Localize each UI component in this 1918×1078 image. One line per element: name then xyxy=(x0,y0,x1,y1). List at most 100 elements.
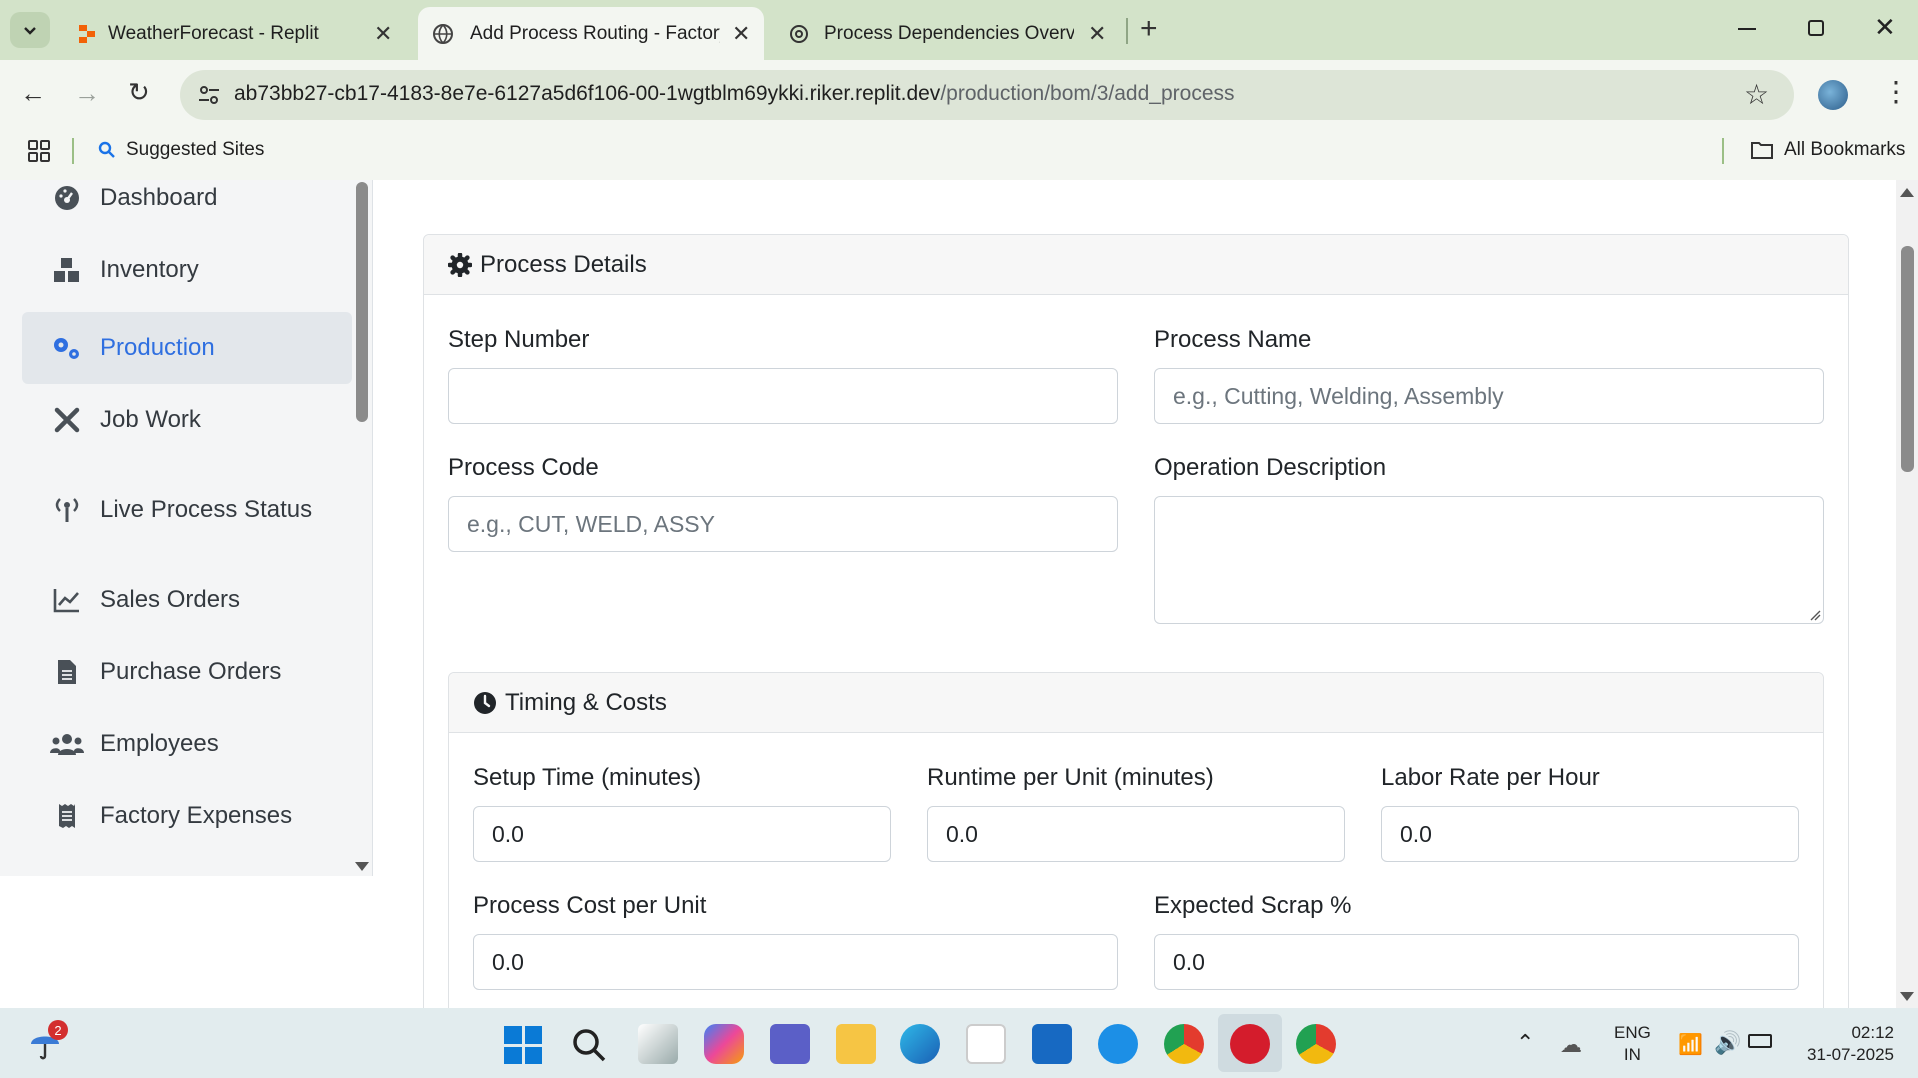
forward-button[interactable]: → xyxy=(74,80,100,106)
close-icon[interactable]: ✕ xyxy=(1088,21,1106,47)
edge-icon[interactable] xyxy=(900,1024,940,1064)
store-icon[interactable] xyxy=(966,1024,1006,1064)
tray-expand-icon[interactable]: ⌃ xyxy=(1516,1030,1534,1056)
setup-time-field[interactable] xyxy=(492,820,890,848)
close-icon[interactable]: ✕ xyxy=(374,21,392,47)
sidebar-item-label: Sales Orders xyxy=(100,586,241,613)
process-name-input[interactable] xyxy=(1154,368,1824,424)
chart-line-icon xyxy=(50,583,84,617)
kebab-menu-icon[interactable]: ⋮ xyxy=(1882,78,1910,106)
chrome-icon[interactable] xyxy=(1296,1024,1336,1064)
step-number-label: Step Number xyxy=(448,326,590,353)
cogs-icon xyxy=(50,331,84,365)
section-title: Process Details xyxy=(480,250,647,278)
restore-button[interactable] xyxy=(1808,20,1824,36)
new-tab-button[interactable]: + xyxy=(1140,12,1158,46)
process-name-field[interactable] xyxy=(1173,382,1823,410)
expected-scrap-field[interactable] xyxy=(1173,948,1798,976)
sidebar-scrollbar-thumb[interactable] xyxy=(356,182,368,422)
star-bookmark-icon[interactable]: ☆ xyxy=(1744,78,1769,111)
search-icon xyxy=(98,141,115,158)
page-content: Dashboard Inventory Production Job Work … xyxy=(0,180,1918,1008)
sidebar-item-label: Live Process Status xyxy=(100,496,313,523)
process-cost-input[interactable] xyxy=(473,934,1118,990)
reload-button[interactable]: ↻ xyxy=(128,79,150,105)
tab-add-process-routing[interactable]: Add Process Routing - Factory M ✕ xyxy=(418,7,764,60)
sidebar-item-label: Purchase Orders xyxy=(100,658,282,685)
apps-grid-icon[interactable] xyxy=(28,140,50,162)
region-label: IN xyxy=(1623,1045,1641,1064)
url-host: ab73bb27-cb17-4183-8e7e-6127a5d6f106-00-… xyxy=(234,82,941,105)
start-button[interactable] xyxy=(504,1026,542,1064)
sidebar-item-label: Production xyxy=(100,334,215,361)
weather-widget[interactable]: 2 xyxy=(28,1020,68,1064)
tab-title: WeatherForecast - Replit xyxy=(108,22,319,44)
main-scrollbar-thumb[interactable] xyxy=(1901,246,1914,472)
all-bookmarks-button[interactable]: All Bookmarks xyxy=(1750,139,1905,161)
tab-process-dependencies[interactable]: Process Dependencies Overview ✕ xyxy=(776,7,1116,60)
volume-icon[interactable]: 🔊 xyxy=(1714,1030,1741,1056)
scroll-up-arrow-icon[interactable] xyxy=(1900,188,1914,197)
sidebar-item-factory-expenses[interactable]: Factory Expenses xyxy=(22,780,352,852)
back-button[interactable]: ← xyxy=(20,80,46,106)
tab-strip: WeatherForecast - Replit ✕ Add Process R… xyxy=(0,0,1918,60)
language-indicator[interactable]: ENG IN xyxy=(1614,1022,1651,1066)
bookmark-suggested-sites[interactable]: Suggested Sites xyxy=(98,139,264,161)
step-number-input[interactable] xyxy=(448,368,1118,424)
folder-icon xyxy=(1751,142,1773,159)
tab-search-button[interactable] xyxy=(10,12,50,48)
process-cost-field[interactable] xyxy=(492,948,1117,976)
process-code-input[interactable] xyxy=(448,496,1118,552)
minimize-button[interactable] xyxy=(1738,28,1756,30)
runtime-per-unit-input[interactable] xyxy=(927,806,1345,862)
site-settings-icon[interactable] xyxy=(196,82,222,108)
runtime-per-unit-field[interactable] xyxy=(946,820,1344,848)
battery-icon[interactable] xyxy=(1748,1034,1772,1048)
sidebar-item-sales-orders[interactable]: Sales Orders xyxy=(22,564,352,636)
labor-rate-field[interactable] xyxy=(1400,820,1798,848)
file-explorer-icon[interactable] xyxy=(836,1024,876,1064)
operation-description-textarea[interactable] xyxy=(1154,496,1824,624)
sidebar-item-live-process-status[interactable]: Live Process Status xyxy=(22,474,352,546)
search-icon[interactable] xyxy=(570,1026,608,1064)
url-text: ab73bb27-cb17-4183-8e7e-6127a5d6f106-00-… xyxy=(234,82,1235,106)
close-icon[interactable]: ✕ xyxy=(732,21,750,47)
task-view-icon[interactable] xyxy=(638,1024,678,1064)
process-code-label: Process Code xyxy=(448,454,599,481)
scroll-down-arrow-icon[interactable] xyxy=(355,862,369,871)
opera-icon[interactable] xyxy=(1230,1024,1270,1064)
section-title: Timing & Costs xyxy=(505,688,667,716)
sidebar-item-label: Job Work xyxy=(100,406,201,433)
card-header: Process Details xyxy=(424,235,1848,295)
sidebar-item-purchase-orders[interactable]: Purchase Orders xyxy=(22,636,352,708)
setup-time-label: Setup Time (minutes) xyxy=(473,764,702,791)
teams-icon[interactable] xyxy=(770,1024,810,1064)
sidebar-item-inventory[interactable]: Inventory xyxy=(22,234,352,306)
setup-time-input[interactable] xyxy=(473,806,891,862)
replit-icon xyxy=(79,24,95,43)
step-number-field[interactable] xyxy=(467,382,1117,410)
process-code-field[interactable] xyxy=(467,510,1117,538)
sidebar-item-employees[interactable]: Employees xyxy=(22,708,352,780)
expected-scrap-input[interactable] xyxy=(1154,934,1799,990)
close-window-button[interactable]: ✕ xyxy=(1874,12,1896,43)
labor-rate-input[interactable] xyxy=(1381,806,1799,862)
profile-avatar[interactable] xyxy=(1818,80,1848,110)
tab-weatherforecast[interactable]: WeatherForecast - Replit ✕ xyxy=(62,7,402,60)
onedrive-icon[interactable]: ☁ xyxy=(1560,1032,1582,1058)
resize-handle-icon[interactable] xyxy=(1809,609,1821,621)
sidebar-item-production[interactable]: Production xyxy=(22,312,352,384)
sidebar-item-job-work[interactable]: Job Work xyxy=(22,384,352,456)
gear-icon xyxy=(448,252,472,277)
operation-description-label: Operation Description xyxy=(1154,454,1387,481)
myhp-icon[interactable] xyxy=(1032,1024,1072,1064)
copilot-icon[interactable] xyxy=(704,1024,744,1064)
sidebar-item-label: Employees xyxy=(100,730,219,757)
wifi-icon[interactable]: 📶 xyxy=(1678,1032,1703,1057)
help-icon[interactable] xyxy=(1098,1024,1138,1064)
chevron-down-icon xyxy=(24,27,36,35)
chrome-icon[interactable] xyxy=(1164,1024,1204,1064)
scroll-down-arrow-icon[interactable] xyxy=(1900,992,1914,1001)
sidebar-item-dashboard[interactable]: Dashboard xyxy=(22,180,352,234)
clock[interactable]: 02:12 31-07-2025 xyxy=(1794,1022,1894,1066)
